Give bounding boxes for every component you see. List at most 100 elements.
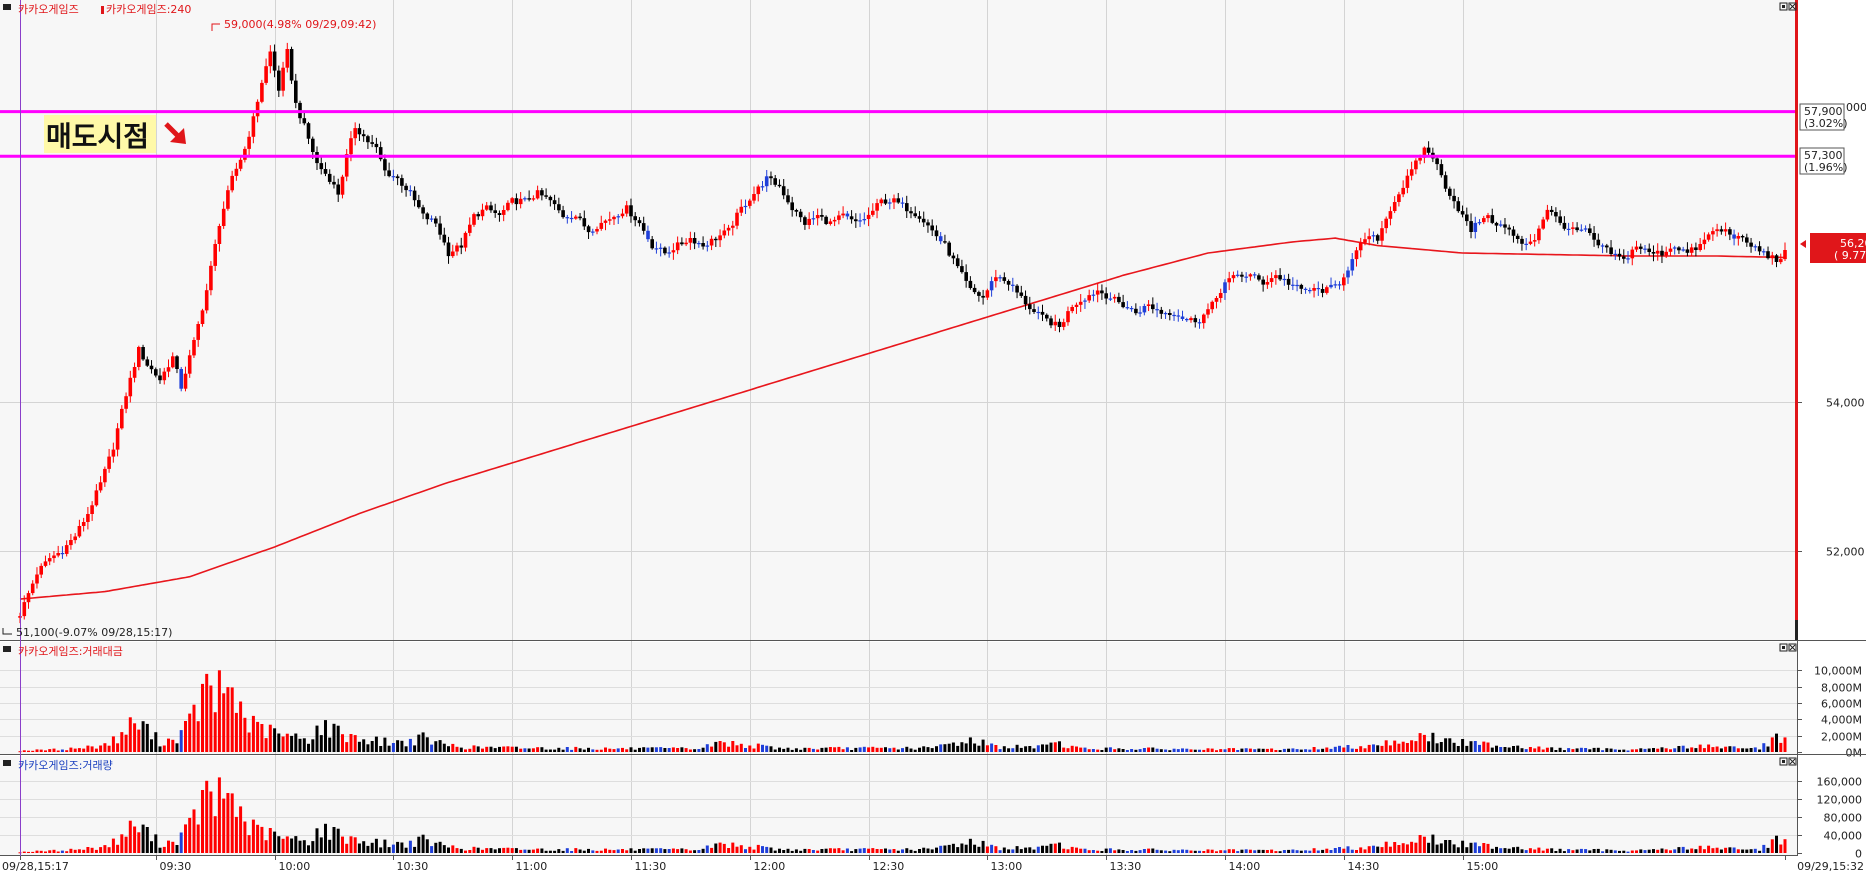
- amount-bar: [1244, 748, 1248, 752]
- volume-bar: [1045, 845, 1049, 853]
- candle-body: [595, 229, 599, 232]
- amount-bar: [578, 748, 582, 752]
- volume-bar: [349, 836, 353, 853]
- volume-bar: [1414, 842, 1418, 853]
- volume-bar: [671, 848, 675, 853]
- candle-body: [527, 198, 531, 200]
- volume-bar: [1584, 849, 1588, 853]
- volume-bar: [459, 848, 463, 853]
- candle-body: [663, 247, 667, 254]
- candle-body: [1227, 278, 1231, 283]
- candle-body: [1426, 147, 1431, 153]
- amount-bar: [1647, 748, 1651, 752]
- candle-body: [417, 200, 421, 208]
- amount-bar: [1295, 749, 1299, 752]
- amount-bar: [994, 745, 998, 752]
- candle-body: [641, 223, 646, 231]
- candle-body: [1715, 229, 1719, 232]
- candle-body: [1202, 314, 1206, 324]
- amount-bar: [315, 725, 319, 752]
- volume-bar: [697, 850, 701, 853]
- amount-bar: [370, 741, 374, 752]
- volume-bar: [811, 850, 815, 853]
- amount-bar: [557, 747, 561, 752]
- amount-bar: [1265, 748, 1269, 752]
- amount-bar: [434, 741, 438, 752]
- candle-body: [1100, 290, 1104, 294]
- amount-bar: [319, 735, 323, 752]
- amount-bar: [778, 747, 781, 752]
- amount-bar: [956, 745, 960, 752]
- amount-bar: [1058, 741, 1061, 752]
- candle-body: [777, 184, 782, 187]
- volume-bar: [1388, 846, 1392, 853]
- candle-body: [752, 194, 756, 201]
- candle-body: [1482, 218, 1486, 223]
- candle-body: [1660, 250, 1664, 256]
- amount-bar: [44, 750, 47, 752]
- amount-bar: [107, 745, 111, 752]
- amount-bar: [612, 749, 616, 752]
- volume-bar: [1702, 849, 1706, 853]
- price-tick-label: 52,000: [1826, 546, 1865, 559]
- amount-bar: [1350, 748, 1354, 752]
- volume-bar: [1011, 849, 1015, 853]
- candle-body: [1244, 276, 1248, 278]
- candle-body: [1736, 236, 1741, 239]
- amount-bar: [374, 736, 378, 752]
- volume-bar: [540, 848, 544, 853]
- candle-body: [1019, 292, 1024, 296]
- volume-bar: [1376, 846, 1380, 853]
- candle-body: [1180, 316, 1185, 319]
- amount-bar: [1503, 747, 1507, 752]
- candle-body: [374, 143, 379, 148]
- volume-bar: [1677, 847, 1681, 853]
- amount-bar: [697, 749, 701, 752]
- amount-bar: [1304, 749, 1308, 752]
- candle-body: [565, 217, 570, 219]
- candle-body: [968, 280, 973, 288]
- candle-body: [960, 266, 964, 273]
- volume-bar: [1495, 846, 1498, 853]
- amount-bar: [1007, 748, 1011, 752]
- volume-bar: [485, 848, 489, 853]
- amount-bar: [688, 749, 692, 752]
- candle-body: [30, 583, 35, 594]
- time-tick-label: 09:30: [160, 860, 192, 873]
- amount-bar: [875, 747, 879, 752]
- amount-bar: [918, 747, 921, 752]
- volume-bar: [205, 780, 209, 853]
- panel-menu-icon[interactable]: [3, 760, 11, 766]
- candle-body: [535, 190, 540, 199]
- volume-bar: [213, 816, 217, 853]
- amount-bar: [727, 746, 731, 752]
- volume-bar: [1741, 849, 1745, 853]
- volume-bar: [27, 851, 30, 853]
- amount-bar: [714, 741, 718, 752]
- candle-body: [1231, 275, 1236, 279]
- candle-body: [603, 220, 608, 223]
- candle-body: [145, 359, 150, 366]
- candle-body: [1087, 295, 1091, 301]
- high-annotation: 59,000(4.98% 09/29,09:42): [224, 18, 376, 31]
- panel-menu-icon[interactable]: [3, 646, 11, 652]
- candle-body: [1218, 293, 1223, 298]
- volume-bar: [1431, 834, 1435, 853]
- volume-bar: [192, 809, 196, 853]
- volume-bar: [650, 848, 654, 853]
- amount-bar: [226, 687, 230, 752]
- volume-bar: [841, 850, 845, 853]
- panel-menu-icon[interactable]: [3, 4, 11, 10]
- amount-bar: [73, 748, 77, 752]
- amount-bar: [1766, 746, 1770, 752]
- volume-bar: [1062, 848, 1066, 853]
- stock-chart[interactable]: 52,000 54,000 09/28,15:17 09:30 10:00 10:30 11…: [0, 0, 1866, 874]
- candle-body: [1197, 322, 1202, 324]
- time-tick-label: 12:30: [873, 860, 905, 873]
- candle-body: [1159, 309, 1164, 314]
- amount-bar: [1753, 747, 1757, 752]
- volume-bar: [1745, 849, 1749, 853]
- amount-bar: [1673, 748, 1677, 752]
- candle-body: [1121, 302, 1125, 308]
- amount-bar: [879, 747, 883, 752]
